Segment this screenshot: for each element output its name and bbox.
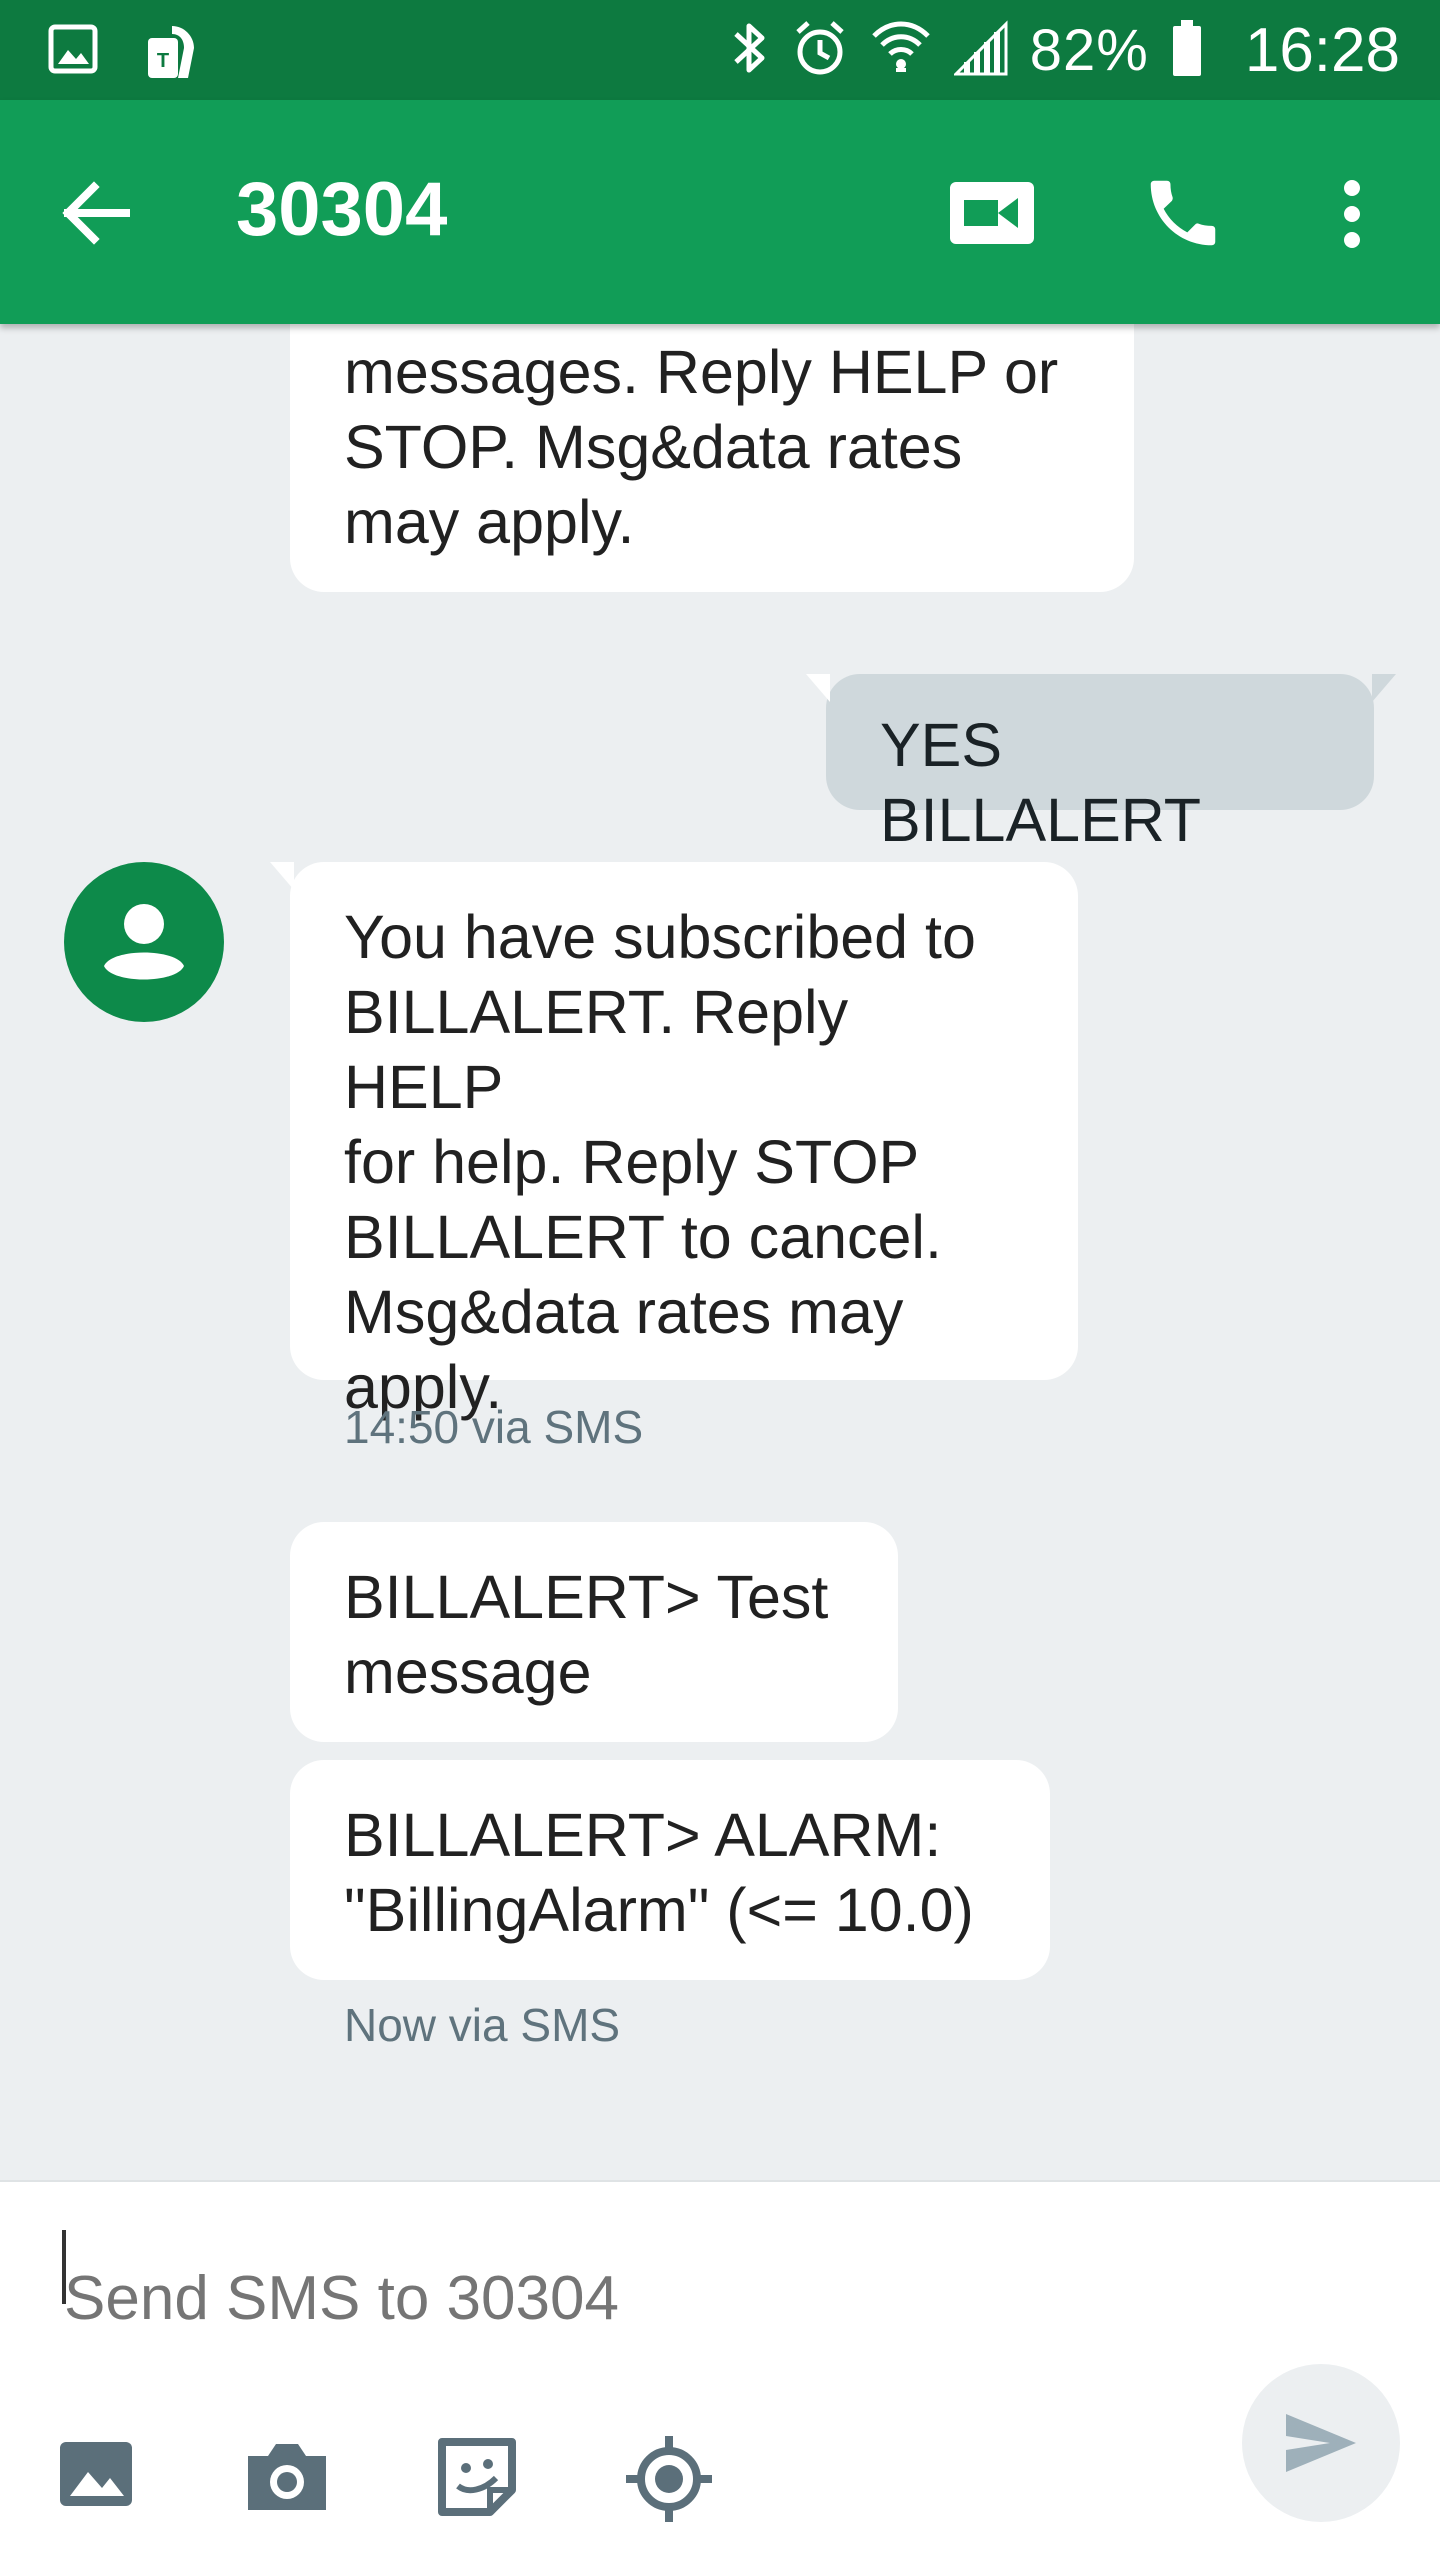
send-button[interactable] (1242, 2364, 1400, 2522)
message-line: STOP. Msg&data rates (344, 413, 963, 481)
message-line: BILLALERT. Reply HELP (344, 978, 849, 1121)
tmobile-app-icon: T (144, 22, 200, 85)
sticker-icon[interactable] (434, 2434, 524, 2524)
message-timestamp: Now via SMS (344, 1999, 621, 2051)
message-line: for help. Reply STOP (344, 1128, 920, 1196)
alarm-icon (792, 18, 848, 83)
message-line: BILLALERT> ALARM: (344, 1801, 942, 1869)
gallery-icon (48, 22, 98, 85)
svg-text:T: T (157, 50, 169, 72)
message-timestamp: 14:50 via SMS (344, 1401, 644, 1453)
message-bubble-incoming[interactable]: BILLALERT to receive messages. Reply HEL… (290, 324, 1134, 592)
camera-icon[interactable] (242, 2434, 332, 2524)
signal-icon (952, 19, 1008, 81)
wifi-icon (870, 18, 932, 83)
status-right: 82% 16:28 (730, 14, 1400, 86)
clock: 16:28 (1244, 15, 1400, 85)
message-line: BILLALERT to cancel. (344, 1203, 942, 1271)
message-line: BILLALERT> Test (344, 1563, 829, 1631)
compose-bar (0, 2180, 1440, 2560)
message-bubble-incoming[interactable]: BILLALERT> Test message (290, 1522, 898, 1742)
message-text: YES BILLALERT (880, 711, 1201, 854)
message-line: messages. Reply HELP or (344, 338, 1059, 406)
phone-icon[interactable] (1140, 170, 1226, 256)
bluetooth-icon (730, 18, 770, 83)
message-line: Msg&data rates may (344, 1278, 904, 1346)
message-line: You have subscribed to (344, 903, 976, 971)
message-bubble-incoming[interactable]: You have subscribed to BILLALERT. Reply … (270, 862, 1078, 1421)
message-bubble-incoming[interactable]: BILLALERT> ALARM: "BillingAlarm" (<= 10.… (290, 1760, 1050, 1980)
video-call-icon[interactable] (948, 178, 1036, 248)
status-left-icons: T (48, 22, 200, 85)
contact-avatar[interactable] (64, 862, 224, 1022)
person-icon (64, 904, 224, 1026)
conversation-list[interactable]: BILLALERT to receive messages. Reply HEL… (0, 324, 1440, 2180)
battery-percent: 82% (1029, 17, 1149, 83)
back-arrow-icon[interactable] (56, 178, 136, 248)
message-line: "BillingAlarm" (<= 10.0) (344, 1876, 974, 1944)
message-input[interactable] (64, 2248, 1164, 2348)
conversation-title: 30304 (236, 167, 448, 252)
message-bubble-outgoing[interactable]: YES BILLALERT (806, 674, 1396, 854)
location-icon[interactable] (624, 2434, 714, 2524)
status-bar: T 82% 16:28 (0, 0, 1440, 100)
app-bar: 30304 (0, 100, 1440, 324)
message-line: BILLALERT to receive (344, 324, 1080, 335)
battery-icon (1171, 18, 1203, 83)
more-vert-icon[interactable] (1322, 174, 1382, 254)
image-icon[interactable] (56, 2434, 146, 2524)
message-line: message (344, 1638, 592, 1706)
message-line: may apply. (344, 488, 635, 556)
